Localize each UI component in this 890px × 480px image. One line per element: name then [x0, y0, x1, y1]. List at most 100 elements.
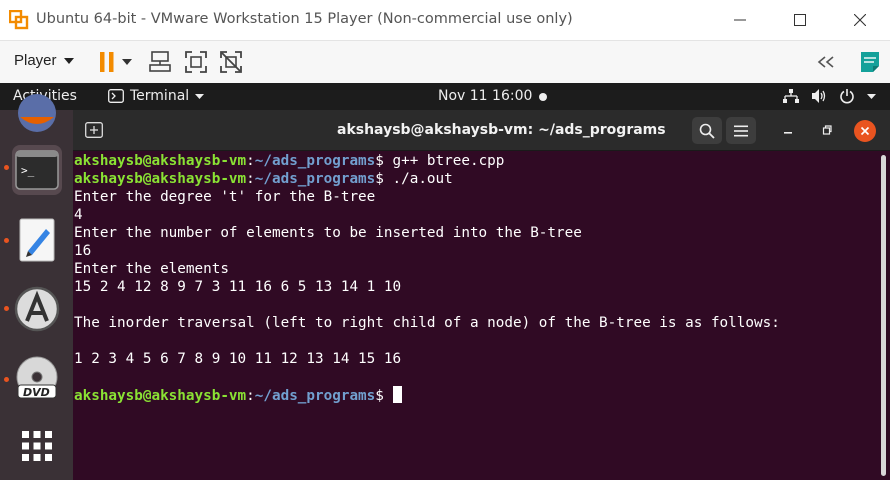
hamburger-menu-icon — [734, 125, 748, 136]
restore-icon — [822, 125, 832, 135]
collapse-toolbar-button[interactable] — [813, 49, 839, 75]
fit-guest-button[interactable] — [183, 49, 209, 75]
unity-disabled-icon — [220, 51, 242, 73]
dock-item-text-editor[interactable] — [12, 215, 62, 265]
software-center-icon — [14, 286, 60, 332]
search-icon — [699, 123, 715, 139]
terminal-output-line: 15 2 4 12 8 9 7 3 11 16 6 5 13 14 1 10 — [74, 279, 402, 295]
minimize-button[interactable] — [720, 6, 760, 34]
svg-text:DVD: DVD — [23, 386, 50, 399]
player-menu-button[interactable]: Player — [14, 52, 74, 69]
chevron-down-icon — [195, 93, 205, 99]
terminal-command-line: akshaysb@akshaysb-vm:~/ads_programs$ — [74, 386, 879, 404]
prompt-symbol: $ — [375, 388, 393, 404]
prompt-user: akshaysb@akshaysb-vm — [74, 153, 247, 169]
pause-button[interactable] — [94, 49, 120, 75]
note-icon — [861, 52, 879, 72]
dock-item-terminal[interactable]: >_ — [12, 145, 62, 195]
vmware-logo-icon — [8, 9, 29, 30]
maximize-icon — [794, 14, 806, 26]
command-text: g++ btree.cpp — [392, 153, 505, 169]
volume-icon — [812, 89, 826, 103]
prompt-path: ~/ads_programs — [254, 153, 376, 169]
terminal-output-line: Enter the elements — [74, 261, 229, 277]
terminal-output-line: 4 — [74, 207, 83, 223]
gnome-top-bar: Activities Terminal Nov 11 16:00 — [0, 83, 890, 110]
terminal-output-line: The inorder traversal (left to right chi… — [74, 315, 780, 331]
terminal-minimize-button[interactable] — [776, 119, 800, 141]
search-button[interactable] — [692, 117, 722, 144]
ubuntu-dock: >_ DVD — [0, 94, 73, 480]
show-applications-button[interactable] — [12, 421, 62, 471]
dock-item-dvd[interactable]: DVD — [12, 354, 62, 404]
chevron-down-icon — [63, 57, 74, 64]
minimize-icon — [784, 132, 792, 134]
double-chevron-left-icon — [817, 56, 834, 68]
player-menu-label: Player — [14, 52, 57, 69]
terminal-output-line: Enter the number of elements to be inser… — [74, 225, 582, 241]
terminal-scrollbar[interactable] — [881, 155, 886, 476]
prompt-separator: : — [246, 171, 255, 187]
power-icon — [840, 89, 854, 104]
network-keyboard-icon — [149, 51, 171, 72]
network-wired-icon — [783, 89, 799, 103]
power-dropdown-button[interactable] — [120, 49, 134, 75]
prompt-path: ~/ads_programs — [254, 171, 376, 187]
terminal-icon: >_ — [15, 150, 59, 190]
text-editor-icon — [19, 218, 55, 262]
terminal-output-line: 16 — [74, 243, 92, 259]
close-window-button[interactable] — [840, 6, 880, 34]
text-cursor — [392, 386, 402, 403]
terminal-small-icon — [108, 89, 124, 103]
terminal-command-line: akshaysb@akshaysb-vm:~/ads_programs$ ./a… — [74, 170, 879, 188]
unity-button[interactable] — [218, 49, 244, 75]
send-ctrl-alt-del-button[interactable] — [147, 49, 173, 75]
terminal-output[interactable]: akshaysb@akshaysb-vm:~/ads_programs$ g++… — [74, 151, 879, 480]
prompt-user: akshaysb@akshaysb-vm — [74, 171, 247, 187]
chevron-down-icon — [122, 59, 132, 65]
terminal-headerbar: akshaysb@akshaysb-vm: ~/ads_programs — [73, 110, 890, 151]
running-indicator — [4, 165, 9, 170]
window-title: Ubuntu 64-bit - VMware Workstation 15 Pl… — [36, 11, 573, 27]
menu-button[interactable] — [726, 117, 756, 144]
close-icon — [854, 14, 866, 26]
vmware-titlebar: Ubuntu 64-bit - VMware Workstation 15 Pl… — [0, 0, 890, 40]
terminal-output-line: Enter the degree 't' for the B-tree — [74, 189, 376, 205]
prompt-symbol: $ — [375, 153, 393, 169]
prompt-symbol: $ — [375, 171, 393, 187]
close-icon — [860, 126, 870, 136]
terminal-close-button[interactable] — [854, 120, 876, 142]
app-grid-icon — [22, 431, 52, 461]
app-menu-label: Terminal — [130, 88, 190, 104]
running-indicator — [4, 377, 9, 382]
svg-text:>_: >_ — [21, 164, 35, 177]
pause-icon — [100, 52, 114, 72]
app-menu[interactable]: Terminal — [108, 88, 205, 104]
terminal-output-line: 1 2 3 4 5 6 7 8 9 10 11 12 13 14 15 16 — [74, 351, 402, 367]
chevron-down-icon — [867, 93, 876, 99]
prompt-separator: : — [246, 153, 255, 169]
terminal-title: akshaysb@akshaysb-vm: ~/ads_programs — [337, 122, 666, 138]
dock-item-software[interactable] — [12, 284, 62, 334]
notes-button[interactable] — [857, 49, 883, 75]
prompt-user: akshaysb@akshaysb-vm — [74, 388, 247, 404]
notification-dot-icon — [539, 93, 547, 101]
command-text: ./a.out — [392, 171, 453, 187]
terminal-command-line: akshaysb@akshaysb-vm:~/ads_programs$ g++… — [74, 152, 879, 170]
prompt-separator: : — [246, 388, 255, 404]
new-tab-icon — [85, 122, 103, 138]
dvd-disc-icon: DVD — [16, 356, 58, 399]
maximize-button[interactable] — [780, 6, 820, 34]
browser-icon — [18, 94, 56, 132]
running-indicator — [4, 238, 9, 243]
new-tab-button[interactable] — [81, 118, 107, 142]
terminal-maximize-button[interactable] — [815, 119, 839, 141]
clock[interactable]: Nov 11 16:00 — [438, 88, 532, 104]
dock-item-browser[interactable] — [12, 88, 62, 138]
terminal-window: akshaysb@akshaysb-vm: ~/ads_programs aks… — [73, 110, 890, 480]
system-tray[interactable] — [783, 88, 876, 104]
prompt-path: ~/ads_programs — [254, 388, 376, 404]
